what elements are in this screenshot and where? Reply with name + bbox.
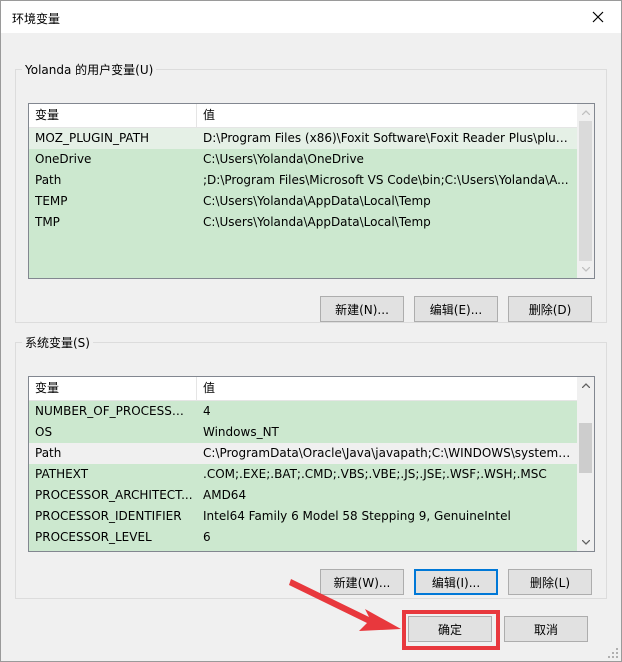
user-variables-list[interactable]: 变量 值 MOZ_PLUGIN_PATH D:\Program Files (x… bbox=[28, 103, 595, 279]
variable-value: C:\ProgramData\Oracle\Java\javapath;C:\W… bbox=[203, 446, 573, 460]
variable-name: Path bbox=[35, 173, 62, 187]
scroll-thumb[interactable] bbox=[579, 423, 592, 473]
ok-button[interactable]: 确定 bbox=[408, 616, 492, 642]
column-header-variable[interactable]: 变量 bbox=[29, 377, 197, 400]
variable-name: OS bbox=[35, 425, 53, 439]
scroll-down-button[interactable] bbox=[577, 261, 594, 278]
variable-value: C:\Users\Yolanda\AppData\Local\Temp bbox=[203, 215, 431, 229]
variable-value: D:\Program Files (x86)\Foxit Software\Fo… bbox=[203, 131, 573, 145]
user-new-button[interactable]: 新建(N)... bbox=[320, 296, 404, 322]
variable-value: AMD64 bbox=[203, 488, 247, 502]
variable-value: C:\Users\Yolanda\OneDrive bbox=[203, 152, 364, 166]
user-variables-label: Yolanda 的用户变量(U) bbox=[25, 63, 154, 77]
window-title: 环境变量 bbox=[12, 12, 61, 26]
scroll-down-button[interactable] bbox=[577, 534, 594, 551]
scroll-down-icon bbox=[581, 540, 590, 545]
column-header-variable[interactable]: 变量 bbox=[29, 104, 197, 127]
table-row[interactable]: PROCESSOR_LEVEL 6 bbox=[29, 527, 577, 548]
table-row[interactable]: TEMP C:\Users\Yolanda\AppData\Local\Temp bbox=[29, 191, 577, 212]
variable-value: Windows_NT bbox=[203, 425, 279, 439]
variable-name: OneDrive bbox=[35, 152, 92, 166]
table-row[interactable]: MOZ_PLUGIN_PATH D:\Program Files (x86)\F… bbox=[29, 128, 577, 149]
scroll-up-icon bbox=[581, 110, 590, 115]
variable-value: .COM;.EXE;.BAT;.CMD;.VBS;.VBE;.JS;.JSE;.… bbox=[203, 467, 547, 481]
system-new-button[interactable]: 新建(W)... bbox=[320, 569, 404, 595]
table-row[interactable]: PROCESSOR_IDENTIFIER Intel64 Family 6 Mo… bbox=[29, 506, 577, 527]
resize-grip-icon[interactable] bbox=[607, 647, 619, 659]
environment-variables-dialog: 环境变量 Yolanda 的用户变量(U) 变量 值 MOZ_PLUGIN_PA… bbox=[0, 0, 622, 662]
title-bar: 环境变量 bbox=[1, 1, 621, 33]
table-row[interactable]: PATHEXT .COM;.EXE;.BAT;.CMD;.VBS;.VBE;.J… bbox=[29, 464, 577, 485]
column-header-value[interactable]: 值 bbox=[197, 377, 577, 400]
variable-value: C:\Users\Yolanda\AppData\Local\Temp bbox=[203, 194, 431, 208]
variable-name: PROCESSOR_ARCHITECT... bbox=[35, 488, 193, 502]
variable-name: NUMBER_OF_PROCESSORS bbox=[35, 404, 193, 418]
system-variables-group: 系统变量(S) 变量 值 NUMBER_OF_PROCESSORS 4 OS W… bbox=[15, 334, 607, 599]
table-row[interactable]: NUMBER_OF_PROCESSORS 4 bbox=[29, 401, 577, 422]
user-list-scrollbar[interactable] bbox=[577, 104, 594, 278]
variable-name: TEMP bbox=[35, 194, 68, 208]
user-delete-button[interactable]: 删除(D) bbox=[508, 296, 592, 322]
variable-name: MOZ_PLUGIN_PATH bbox=[35, 131, 150, 145]
system-edit-button[interactable]: 编辑(I)... bbox=[414, 569, 498, 595]
system-variables-label: 系统变量(S) bbox=[25, 336, 90, 350]
list-header: 变量 值 bbox=[29, 377, 577, 401]
variable-name: TMP bbox=[35, 215, 60, 229]
variable-value: 4 bbox=[203, 404, 211, 418]
list-header: 变量 值 bbox=[29, 104, 577, 128]
close-icon bbox=[592, 11, 604, 23]
system-variables-list[interactable]: 变量 值 NUMBER_OF_PROCESSORS 4 OS Windows_N… bbox=[28, 376, 595, 552]
variable-value: ;D:\Program Files\Microsoft VS Code\bin;… bbox=[203, 173, 569, 187]
variable-name: PATHEXT bbox=[35, 467, 89, 481]
table-row[interactable]: Path C:\ProgramData\Oracle\Java\javapath… bbox=[29, 443, 577, 464]
variable-value: 6 bbox=[203, 530, 211, 544]
variable-value: Intel64 Family 6 Model 58 Stepping 9, Ge… bbox=[203, 509, 511, 523]
close-button[interactable] bbox=[575, 1, 621, 33]
table-row[interactable]: Path ;D:\Program Files\Microsoft VS Code… bbox=[29, 170, 577, 191]
cancel-button[interactable]: 取消 bbox=[504, 616, 588, 642]
column-header-value[interactable]: 值 bbox=[197, 104, 577, 127]
table-row[interactable]: TMP C:\Users\Yolanda\AppData\Local\Temp bbox=[29, 212, 577, 233]
user-edit-button[interactable]: 编辑(E)... bbox=[414, 296, 498, 322]
table-row[interactable]: OneDrive C:\Users\Yolanda\OneDrive bbox=[29, 149, 577, 170]
table-row[interactable]: OS Windows_NT bbox=[29, 422, 577, 443]
table-row[interactable]: PROCESSOR_ARCHITECT... AMD64 bbox=[29, 485, 577, 506]
system-list-scrollbar[interactable] bbox=[577, 377, 594, 551]
scroll-thumb[interactable] bbox=[579, 121, 592, 261]
scroll-up-icon bbox=[581, 383, 590, 388]
system-delete-button[interactable]: 删除(L) bbox=[508, 569, 592, 595]
scroll-up-button[interactable] bbox=[577, 104, 594, 121]
variable-name: Path bbox=[35, 446, 62, 460]
user-variables-group: Yolanda 的用户变量(U) 变量 值 MOZ_PLUGIN_PATH D:… bbox=[15, 61, 607, 323]
variable-name: PROCESSOR_IDENTIFIER bbox=[35, 509, 182, 523]
scroll-down-icon bbox=[581, 267, 590, 272]
scroll-up-button[interactable] bbox=[577, 377, 594, 394]
variable-name: PROCESSOR_LEVEL bbox=[35, 530, 152, 544]
